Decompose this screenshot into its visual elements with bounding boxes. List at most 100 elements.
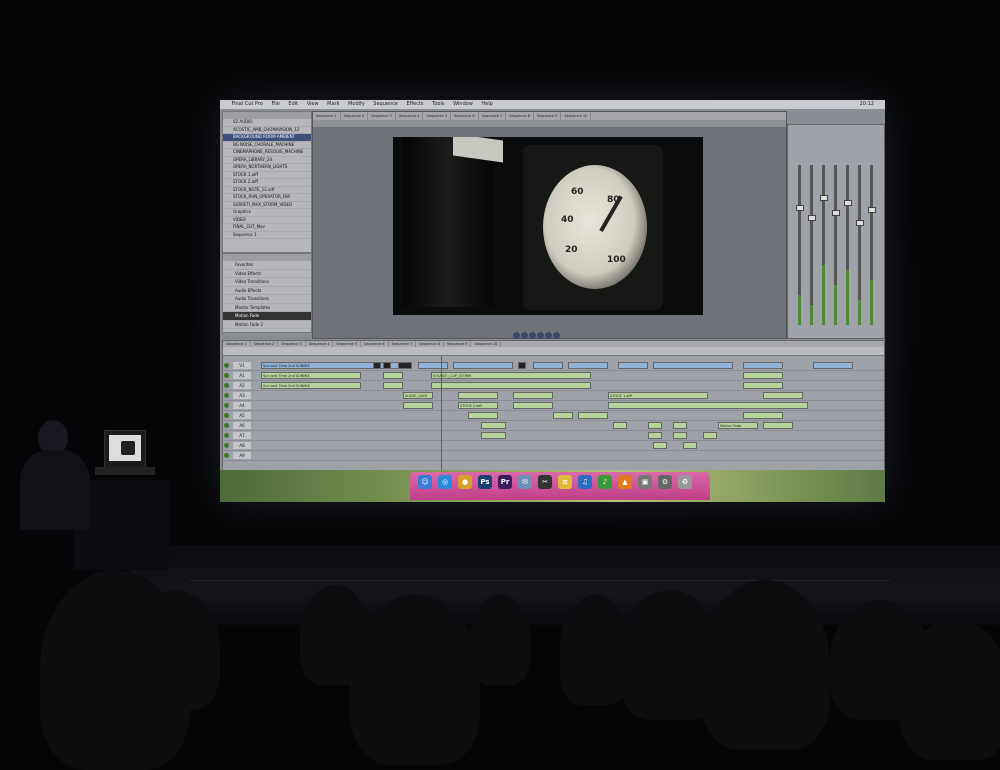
track-visibility-icon[interactable] (224, 363, 229, 368)
fader-knob[interactable] (856, 220, 864, 226)
timeline-clip[interactable] (648, 422, 662, 429)
playhead[interactable] (441, 355, 442, 471)
timeline-clip[interactable] (431, 382, 591, 389)
timeline-clip[interactable] (418, 362, 448, 369)
rewind-button[interactable] (513, 332, 520, 339)
timeline-clip[interactable] (743, 362, 783, 369)
track-label[interactable]: A2 (233, 382, 251, 389)
browser-item[interactable]: SURRETI_MAX_STORM_VIDEO (223, 202, 311, 209)
timeline-clip[interactable] (553, 412, 573, 419)
viewer-tab[interactable]: Sequence 8 (506, 112, 534, 120)
timeline-clip[interactable] (648, 432, 662, 439)
effects-item[interactable]: Audio Transitions (223, 295, 311, 304)
timeline-clip[interactable] (398, 362, 412, 369)
menu-edit[interactable]: Edit (288, 100, 298, 109)
track-label[interactable]: A8 (233, 442, 251, 449)
premiere-icon[interactable]: Pr (498, 475, 512, 489)
timeline-clip[interactable] (383, 372, 403, 379)
track-visibility-icon[interactable] (224, 383, 229, 388)
menu-view[interactable]: View (307, 100, 319, 109)
browser-item[interactable]: OPERA_NORTHERN_LIGHTS (223, 164, 311, 172)
viewer-tab[interactable]: Sequence 9 (534, 112, 562, 120)
effects-item[interactable]: Motion Fade 2 (223, 321, 311, 329)
timeline-clip[interactable]: SOURCE_CLIP_STORM (431, 372, 591, 379)
timeline-clip[interactable]: STOCK 2.aiff (458, 402, 498, 409)
itunes-icon[interactable]: ♫ (578, 475, 592, 489)
timeline-clip[interactable] (468, 412, 498, 419)
timeline-clip[interactable] (813, 362, 853, 369)
photoshop-icon[interactable]: Ps (478, 475, 492, 489)
menu-tools[interactable]: Tools (432, 100, 444, 109)
viewer-tab[interactable]: Sequence 2 (341, 112, 369, 120)
timeline-clip[interactable] (653, 362, 733, 369)
timeline-tab[interactable]: Sequence 1 (223, 341, 251, 347)
timeline-clip[interactable] (613, 422, 627, 429)
timeline-clip[interactable] (458, 392, 498, 399)
browser-item[interactable]: VIDEO (223, 217, 311, 224)
track-label[interactable]: A3 (233, 392, 251, 399)
fast-forward-button[interactable] (545, 332, 552, 339)
fader-knob[interactable] (832, 210, 840, 216)
track-visibility-icon[interactable] (224, 413, 229, 418)
effects-item[interactable]: Audio Effects (223, 287, 311, 295)
effects-item[interactable]: Video Transitions (223, 278, 311, 287)
notes-icon[interactable]: ≡ (558, 475, 572, 489)
effects-item[interactable]: Motion Fade (223, 312, 311, 321)
browser-item[interactable]: STOCK_RUN_OPERATOR_FAR (223, 194, 311, 202)
viewer-tab[interactable]: Sequence 4 (396, 112, 424, 120)
timeline-clip[interactable] (383, 362, 391, 369)
timeline-clip[interactable] (453, 362, 513, 369)
browser-item[interactable]: ACOSTIC_AMB_CHOMAVISION_12 (223, 127, 311, 134)
timeline-clip[interactable] (683, 442, 697, 449)
loop-button[interactable] (553, 332, 560, 339)
step-back-button[interactable] (521, 332, 528, 339)
step-forward-button[interactable] (537, 332, 544, 339)
timeline-clip[interactable] (481, 422, 506, 429)
timeline-clip[interactable] (763, 392, 803, 399)
fader-knob[interactable] (820, 195, 828, 201)
timeline-clip[interactable]: AUDIO_GAIN (403, 392, 433, 399)
timeline-clip[interactable] (513, 402, 553, 409)
effects-item[interactable]: Favorites (223, 261, 311, 270)
track-label[interactable]: A7 (233, 432, 251, 439)
timeline-clip[interactable] (673, 432, 687, 439)
timeline-tab[interactable]: Sequence 5 (333, 341, 362, 347)
spotify-icon[interactable]: ♪ (598, 475, 612, 489)
timeline-tab[interactable]: Sequence 10 (471, 341, 502, 347)
timeline-tab[interactable]: Sequence 6 (361, 341, 389, 347)
track-visibility-icon[interactable] (224, 423, 229, 428)
timeline-clip[interactable] (518, 362, 526, 369)
effects-item[interactable]: Video Effects (223, 270, 311, 278)
timeline-clip[interactable] (618, 362, 648, 369)
track-label[interactable]: A5 (233, 412, 251, 419)
fader-knob[interactable] (868, 207, 876, 213)
viewer-tab[interactable]: Sequence 1 (313, 112, 341, 120)
menu-sequence[interactable]: Sequence (373, 100, 398, 109)
fader-knob[interactable] (796, 205, 804, 211)
timeline-clip[interactable]: Sun and Time 2nd SUNMIX (261, 382, 361, 389)
timeline-clip[interactable]: STOCK 1.aiff (608, 392, 708, 399)
browser-item[interactable]: FINAL_CUT_Mov (223, 224, 311, 232)
track-visibility-icon[interactable] (224, 403, 229, 408)
menu-modify[interactable]: Modify (348, 100, 365, 109)
menu-final-cut-pro[interactable]: Final Cut Pro (232, 100, 263, 109)
timeline-clip[interactable] (653, 442, 667, 449)
video-frame[interactable]: 60 80 40 20 100 (393, 137, 703, 315)
timeline-tab[interactable]: Sequence 8 (416, 341, 444, 347)
timeline-clip[interactable] (481, 432, 506, 439)
play-button[interactable] (529, 332, 536, 339)
track-visibility-icon[interactable] (224, 453, 229, 458)
timeline-tab[interactable]: Sequence 2 (251, 341, 279, 347)
fader-knob[interactable] (808, 215, 816, 221)
browser-item[interactable]: OPERA_LIBRARY_24 (223, 157, 311, 164)
timeline-clip[interactable] (513, 392, 553, 399)
browser-item[interactable]: STOCK_NOTE_12.aiff (223, 187, 311, 194)
timeline-clip[interactable] (743, 412, 783, 419)
viewer-tab[interactable]: Sequence 5 (423, 112, 452, 120)
menu-help[interactable]: Help (481, 100, 492, 109)
timeline-tab[interactable]: Sequence 4 (306, 341, 334, 347)
timeline-ruler[interactable] (223, 347, 884, 356)
timeline-tab[interactable]: Sequence 3 (278, 341, 306, 347)
timeline-clip[interactable] (403, 402, 433, 409)
timeline-clip[interactable] (578, 412, 608, 419)
